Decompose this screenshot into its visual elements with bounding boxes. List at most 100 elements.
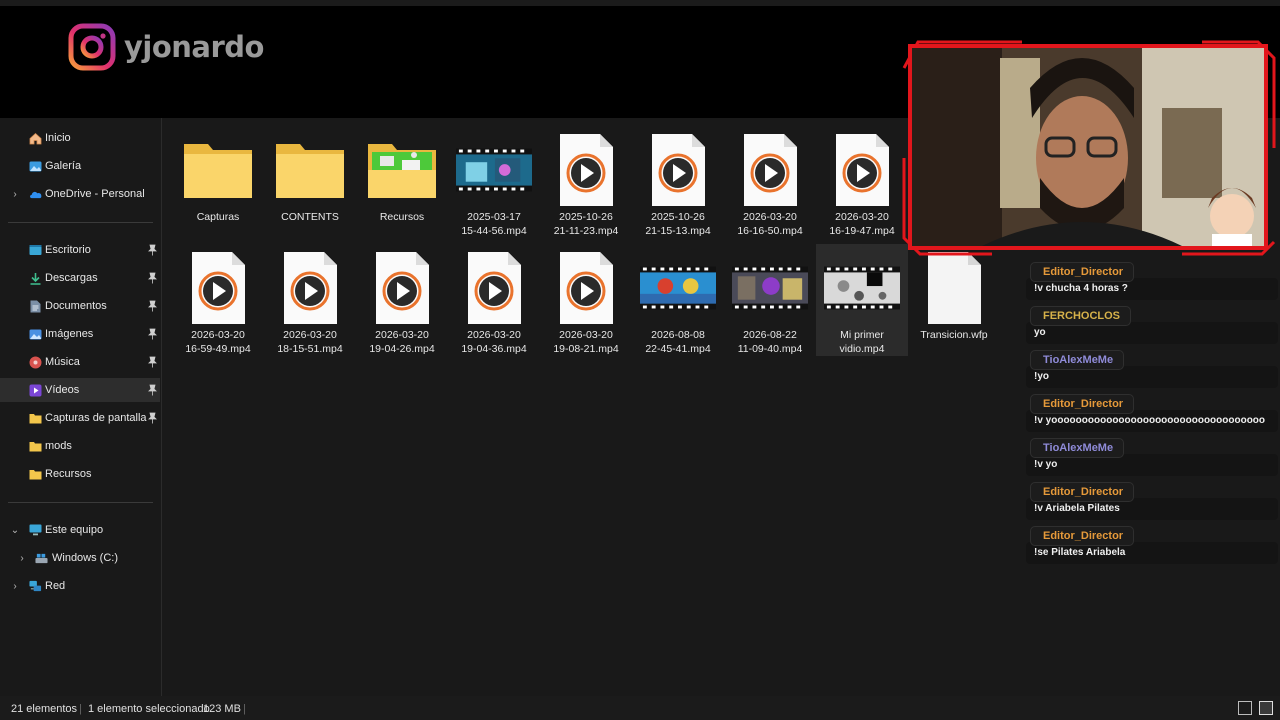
webcam-feed [912,48,1264,246]
sidebar-item-capturas-de-pantalla[interactable]: Capturas de pantalla [0,406,160,430]
sidebar-item-label: Capturas de pantalla [45,412,147,424]
media-file-icon [548,250,624,326]
file-name: 2026-03-20 16-16-50.mp4 [737,211,803,237]
file-item-mp4[interactable]: 2026-03-20 18-15-51.mp4 [264,244,356,356]
chat-username: TioAlexMeMe [1030,438,1125,458]
window-edge [0,0,1280,6]
file-name: Transicion.wfp [920,329,988,341]
sidebar-item-label: Imágenes [45,328,94,340]
sidebar-item-recursos[interactable]: Recursos [0,462,160,486]
sidebar-item-label: Red [45,580,66,592]
sidebar-item-onedrive[interactable]: › OneDrive - Personal [0,182,160,206]
pin-icon[interactable] [148,412,157,424]
folder-icon [29,468,42,481]
webcam-frame [908,44,1268,250]
sidebar-item-label: Vídeos [45,384,80,396]
pin-icon[interactable] [148,384,157,396]
file-item-document[interactable]: Transicion.wfp [908,244,1000,356]
sidebar-item-escritorio[interactable]: Escritorio [0,238,160,262]
pin-icon[interactable] [148,272,157,284]
file-item-folder[interactable]: CONTENTS [264,126,356,238]
file-name: Recursos [379,211,425,223]
file-name: 2026-03-20 19-04-26.mp4 [369,329,435,355]
network-icon [29,580,42,593]
video-thumbnail [640,250,716,326]
file-item-video[interactable]: 2025-03-17 15-44-56.mp4 [448,126,540,238]
sidebar-item-musica[interactable]: Música [0,350,160,374]
sidebar-item-label: Windows (C:) [52,552,119,564]
large-icons-view-button[interactable] [1259,701,1273,715]
sidebar-item-inicio[interactable]: Inicio [0,126,160,150]
media-file-icon [180,250,256,326]
status-divider: | [243,703,246,715]
file-name: Mi primer vidio.mp4 [839,329,885,355]
chat-message: !yo TioAlexMeMe [1026,350,1278,390]
sidebar-item-descargas[interactable]: Descargas [0,266,160,290]
video-thumbnail [824,250,900,326]
file-item-folder[interactable]: Capturas [172,126,264,238]
file-item-video[interactable]: 2026-08-22 11-09-40.mp4 [724,244,816,356]
media-file-icon [732,132,808,208]
sidebar-item-red[interactable]: › Red [0,574,160,598]
music-icon [29,356,42,369]
sidebar-item-label: Recursos [45,468,92,480]
file-name: 2025-10-26 21-15-13.mp4 [645,211,711,237]
media-file-icon [548,132,624,208]
onedrive-icon [29,188,42,201]
navigation-pane: Inicio Galería › OneDrive - Personal Esc… [0,118,162,696]
sidebar-item-windows-c[interactable]: › Windows (C:) [0,546,160,570]
file-item-mp4[interactable]: 2025-10-26 21-11-23.mp4 [540,126,632,238]
sidebar-item-galeria[interactable]: Galería [0,154,160,178]
selection-size: 123 MB [203,703,241,715]
home-icon [29,132,42,145]
details-view-button[interactable] [1238,701,1252,715]
file-item-mp4[interactable]: 2026-03-20 19-04-36.mp4 [448,244,540,356]
media-file-icon [364,250,440,326]
file-item-mp4[interactable]: 2026-03-20 16-59-49.mp4 [172,244,264,356]
chevron-down-icon[interactable]: ⌄ [10,525,20,536]
media-file-icon [640,132,716,208]
pin-icon[interactable] [148,328,157,340]
pin-icon[interactable] [148,244,157,256]
file-item-mp4[interactable]: 2026-03-20 19-08-21.mp4 [540,244,632,356]
sidebar-item-label: mods [45,440,72,452]
file-item-mp4[interactable]: 2025-10-26 21-15-13.mp4 [632,126,724,238]
instagram-icon [68,23,116,71]
chat-username: FERCHOCLOS [1030,306,1131,326]
sidebar-item-label: Inicio [45,132,71,144]
file-item-video-selected[interactable]: Mi primer vidio.mp4 [816,244,908,356]
sidebar-item-label: Documentos [45,300,107,312]
file-item-folder[interactable]: Recursos [356,126,448,238]
chat-username: Editor_Director [1030,526,1135,546]
media-file-icon [824,132,900,208]
chevron-right-icon[interactable]: › [17,553,27,564]
sidebar-divider [8,222,153,223]
sidebar-item-videos[interactable]: Vídeos [0,378,160,402]
video-icon [29,384,42,397]
chat-message: !v Ariabela Pilates Editor_Director [1026,482,1278,522]
chevron-right-icon[interactable]: › [10,189,20,200]
file-item-mp4[interactable]: 2026-03-20 16-16-50.mp4 [724,126,816,238]
chat-username: Editor_Director [1030,482,1135,502]
stream-chat: !v chucha 4 horas ? Editor_Director yo F… [1026,262,1280,564]
sidebar-item-label: OneDrive - Personal [45,188,145,200]
chat-message: !v chucha 4 horas ? Editor_Director [1026,262,1278,302]
file-name: 2026-03-20 16-19-47.mp4 [829,211,895,237]
pin-icon[interactable] [148,356,157,368]
sidebar-item-mods[interactable]: mods [0,434,160,458]
sidebar-item-este-equipo[interactable]: ⌄ Este equipo [0,518,160,542]
file-item-video[interactable]: 2026-08-08 22-45-41.mp4 [632,244,724,356]
chevron-right-icon[interactable]: › [10,581,20,592]
download-icon [29,272,42,285]
file-name: 2026-03-20 18-15-51.mp4 [277,329,343,355]
sidebar-divider [8,502,153,503]
pin-icon[interactable] [148,300,157,312]
folder-icon [180,132,256,208]
file-item-mp4[interactable]: 2026-03-20 16-19-47.mp4 [816,126,908,238]
file-item-mp4[interactable]: 2026-03-20 19-04-26.mp4 [356,244,448,356]
video-thumbnail [456,132,532,208]
sidebar-item-imagenes[interactable]: Imágenes [0,322,160,346]
chat-username: TioAlexMeMe [1030,350,1125,370]
sidebar-item-documentos[interactable]: Documentos [0,294,160,318]
folder-preview-icon [364,132,440,208]
